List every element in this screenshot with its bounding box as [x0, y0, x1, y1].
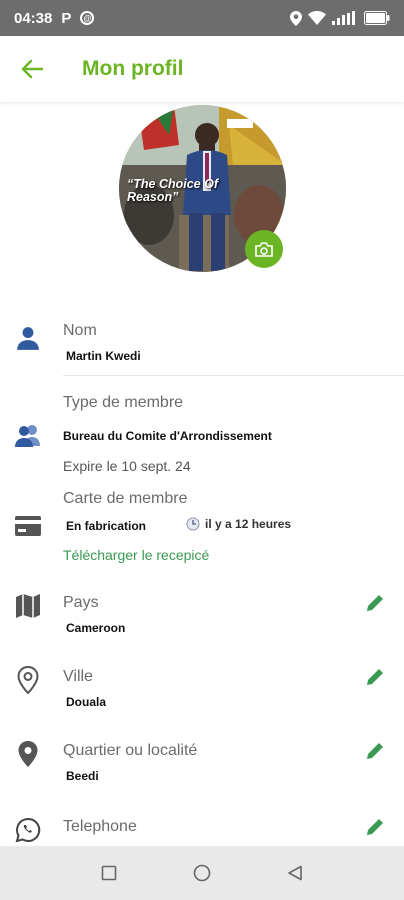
- page-title: Mon profil: [82, 57, 184, 80]
- clock-icon: [186, 517, 200, 531]
- location-status-icon: [290, 10, 302, 26]
- notification-icon: @: [80, 11, 95, 25]
- field-city-label: Ville: [63, 668, 93, 685]
- field-member-type[interactable]: Type de membre Bureau du Comite d'Arrond…: [0, 382, 404, 486]
- edit-pencil-icon[interactable]: [364, 740, 386, 762]
- location-pin-icon: [14, 740, 42, 768]
- field-district-label: Quartier ou localité: [63, 742, 198, 759]
- battery-icon: [364, 11, 390, 25]
- status-left: 04:38 P @: [14, 9, 95, 27]
- triangle-back-icon[interactable]: [287, 865, 303, 881]
- member-card-status: En fabrication: [66, 519, 147, 533]
- app-bar: Mon profil: [0, 36, 404, 102]
- map-icon: [14, 592, 42, 620]
- back-button[interactable]: [0, 36, 64, 102]
- profile-avatar-area: “The Choice Of Reason”: [119, 105, 286, 272]
- download-receipt-link[interactable]: Télécharger le recepicé: [63, 547, 209, 563]
- group-icon: [14, 422, 42, 450]
- card-icon: [14, 512, 42, 540]
- field-city-value: Douala: [66, 695, 107, 709]
- system-nav-bar: [0, 846, 404, 900]
- field-district[interactable]: Quartier ou localité Beedi: [0, 730, 404, 800]
- field-phone[interactable]: Telephone: [0, 806, 404, 846]
- field-name-label: Nom: [63, 322, 97, 339]
- field-member-card: Carte de membre En fabrication il y a 12…: [0, 482, 404, 568]
- field-country-value: Cameroon: [66, 621, 126, 635]
- person-icon: [14, 324, 42, 352]
- arrow-left-icon: [21, 59, 43, 79]
- field-country-label: Pays: [63, 594, 99, 611]
- status-time: 04:38: [14, 9, 53, 27]
- camera-icon: [255, 241, 273, 257]
- member-card-time-text: il y a 12 heures: [205, 517, 292, 531]
- whatsapp-icon: [14, 816, 42, 844]
- field-phone-label: Telephone: [63, 818, 137, 835]
- field-name-value: Martin Kwedi: [66, 349, 141, 363]
- status-bar: 04:38 P @: [0, 0, 404, 36]
- status-right: [290, 10, 390, 26]
- divider: [63, 375, 404, 376]
- edit-pencil-icon[interactable]: [364, 592, 386, 614]
- field-district-value: Beedi: [66, 769, 99, 783]
- signal-icon: [332, 11, 355, 25]
- field-member-card-label: Carte de membre: [63, 490, 188, 507]
- field-member-type-label: Type de membre: [63, 394, 184, 411]
- member-card-time: il y a 12 heures: [186, 517, 291, 531]
- square-icon[interactable]: [101, 865, 117, 881]
- change-photo-button[interactable]: [245, 230, 283, 268]
- avatar-banner-text: “The Choice Of Reason”: [127, 177, 218, 204]
- circle-icon[interactable]: [193, 864, 211, 882]
- field-city[interactable]: Ville Douala: [0, 656, 404, 726]
- member-expiry-text: Expire le 10 sept. 24: [63, 458, 191, 474]
- field-name[interactable]: Nom Martin Kwedi: [0, 312, 404, 376]
- edit-pencil-icon[interactable]: [364, 666, 386, 688]
- wifi-icon: [308, 11, 326, 25]
- parking-notification-icon: P: [61, 9, 72, 27]
- field-country[interactable]: Pays Cameroon: [0, 582, 404, 652]
- field-member-type-value: Bureau du Comite d'Arrondissement: [63, 429, 272, 443]
- location-outline-icon: [14, 666, 42, 694]
- edit-pencil-icon[interactable]: [364, 816, 386, 838]
